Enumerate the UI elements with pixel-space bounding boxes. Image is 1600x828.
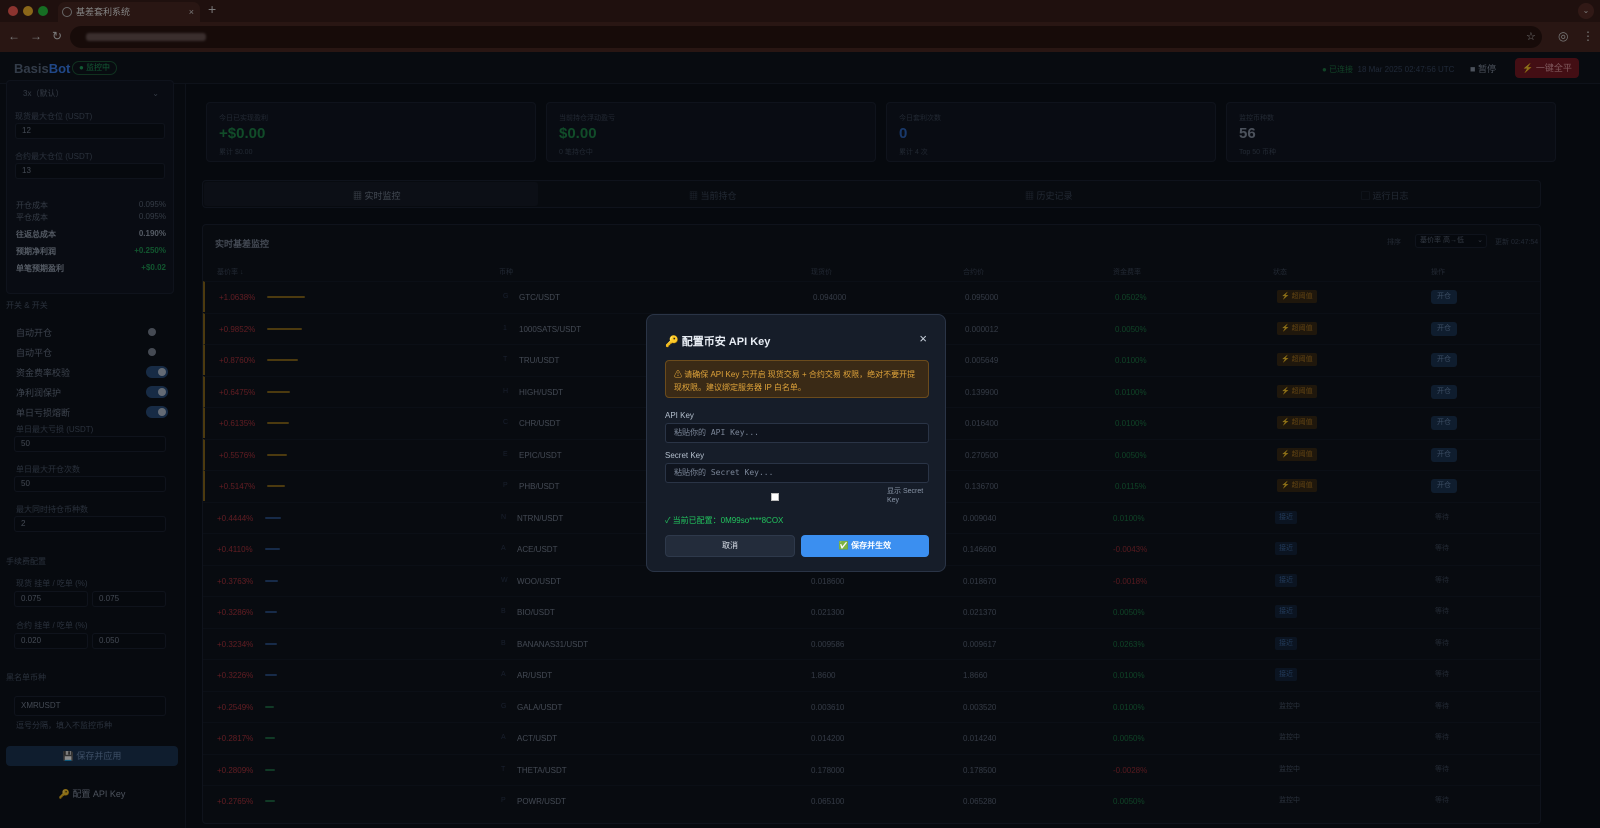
cancel-button[interactable]: 取消 [665,535,795,557]
current-config-text: ✓ 当前已配置：0M99so****8COX [665,516,784,525]
secret-key-label: Secret Key [665,451,705,460]
save-button[interactable]: ✅ 保存并生效 [801,535,929,557]
secret-key-input[interactable]: 粘贴你的 Secret Key... [665,463,929,483]
close-icon[interactable]: × [919,331,927,346]
show-secret-label: 显示 Secret Key [887,488,924,504]
modal-title: 🔑 配置币安 API Key [665,336,771,348]
api-key-input[interactable]: 粘贴你的 API Key... [665,423,929,443]
warning-box: ⚠ 请确保 API Key 只开启 现货交易 + 合约交易 权限，绝对不要开提现… [665,360,929,398]
show-secret-checkbox[interactable] [771,493,779,501]
api-key-modal: 🔑 配置币安 API Key × ⚠ 请确保 API Key 只开启 现货交易 … [646,314,946,572]
api-key-label: API Key [665,411,694,420]
